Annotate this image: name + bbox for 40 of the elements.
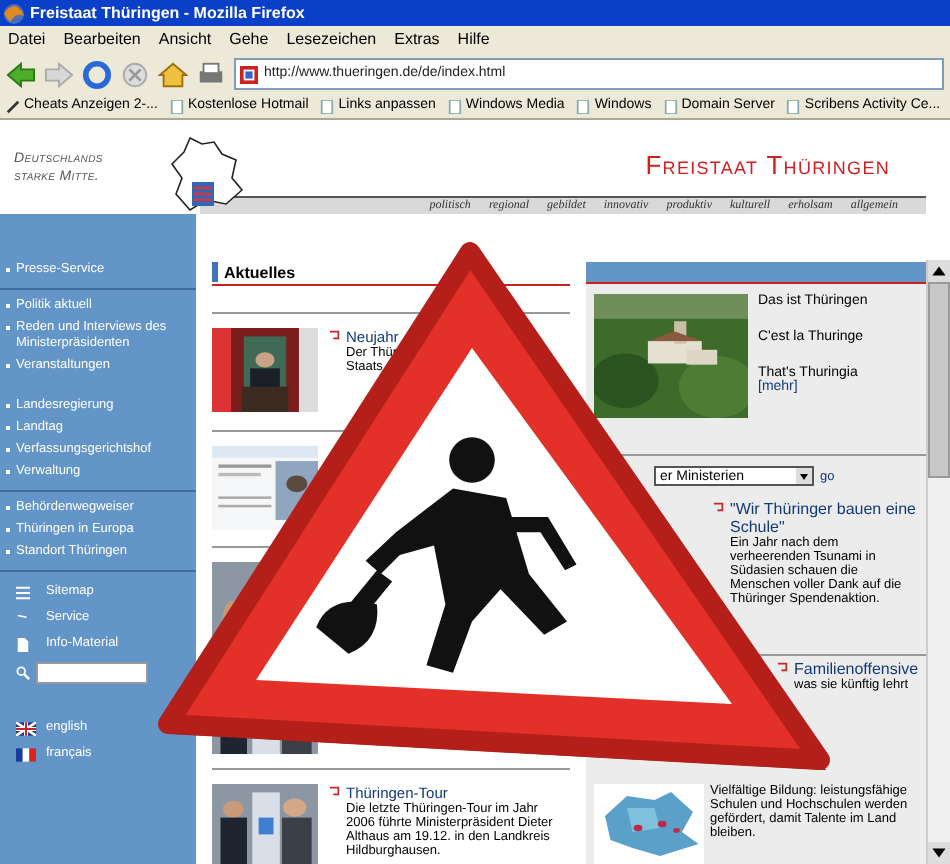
home-icon[interactable] [158,59,188,89]
menu-item[interactable]: Lesezeichen [286,27,377,51]
section-heading: Aktuelles [224,265,296,279]
reload-icon[interactable] [82,59,112,89]
page-icon [320,100,335,114]
scroll-down-icon[interactable] [928,842,950,864]
menu-item[interactable]: Extras [394,27,440,51]
page-icon [447,100,462,114]
back-arrow-icon[interactable] [6,59,36,89]
news-title[interactable]: Familienoffensive [794,660,919,678]
france-flag-icon [16,747,36,761]
print-icon[interactable] [196,59,226,89]
menu-item[interactable]: Gehe [229,27,269,51]
page-icon [169,100,184,114]
site-title: Freistaat Thüringen [645,148,890,184]
document-icon [16,637,30,651]
menu-item[interactable]: Datei [8,27,46,51]
menu-item[interactable]: Bearbeiten [63,27,141,51]
stop-icon[interactable] [120,59,150,89]
news-title[interactable]: "Wir Thüringer bauen eine Schule" [730,500,916,536]
state-map-logo [166,134,246,214]
window-title: Freistaat Thüringen - Mozilla Firefox [30,1,305,25]
dropdown-caret-icon [796,468,812,484]
uk-flag-icon [16,721,36,735]
page-icon [576,100,591,114]
pen-icon [6,100,20,114]
globe-fox-icon [4,3,24,23]
menu-item[interactable]: Ansicht [158,27,212,51]
page-icon [663,100,678,114]
scroll-up-icon[interactable] [928,260,950,282]
site-favicon-icon [240,65,258,83]
forward-arrow-icon[interactable] [44,59,74,89]
search-field[interactable] [36,662,148,684]
page-icon [786,100,801,114]
list-icon [16,585,30,599]
heading-marker [212,262,218,282]
menu-item[interactable]: Hilfe [457,27,490,51]
scrollbar[interactable] [926,260,950,864]
scroll-thumb[interactable] [928,282,950,478]
search-icon [16,666,30,680]
